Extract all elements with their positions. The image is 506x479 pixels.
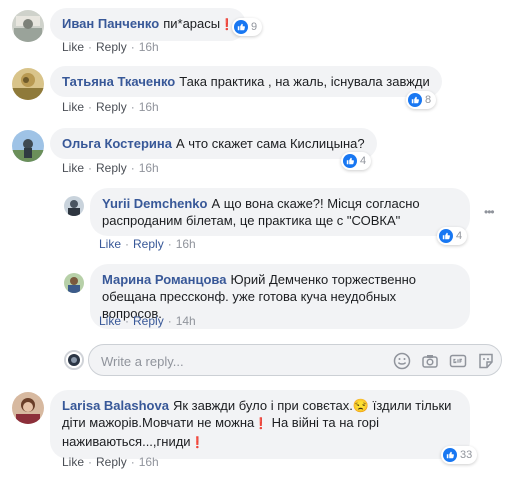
separator: · xyxy=(88,40,93,54)
separator: · xyxy=(130,455,135,469)
reply-link[interactable]: Reply xyxy=(133,314,164,328)
reply-link[interactable]: Reply xyxy=(96,161,127,175)
reaction-count[interactable]: 33 xyxy=(441,446,478,464)
reaction-number: 9 xyxy=(251,21,258,33)
reply-bubble-1: Yurii Demchenko А що вона скаже?! Місця с… xyxy=(90,188,470,236)
exclamation-emoji: ❗ xyxy=(190,437,205,449)
author-name[interactable]: Иван Панченко xyxy=(62,16,159,31)
reaction-number: 33 xyxy=(460,449,473,461)
reply-text-line2: распроданим білетам, це практика ще с "С… xyxy=(102,213,401,228)
author-name[interactable]: Татьяна Ткаченко xyxy=(62,74,175,89)
reaction-number: 8 xyxy=(425,94,432,106)
separator: · xyxy=(125,237,130,251)
comment-bubble-2: Татьяна Ткаченко Така практика , на жаль,… xyxy=(50,66,442,97)
author-name[interactable]: Марина Романцова xyxy=(102,272,226,287)
author-name[interactable]: Yurii Demchenko xyxy=(102,196,207,211)
comment-bubble-1: Иван Панченко пи*арасы❗ xyxy=(50,8,246,41)
sticker-icon[interactable] xyxy=(477,352,495,370)
avatar-ivan[interactable] xyxy=(12,10,44,42)
like-icon xyxy=(343,154,357,168)
timestamp[interactable]: 16h xyxy=(139,455,159,469)
like-icon xyxy=(408,93,422,107)
like-link[interactable]: Like xyxy=(99,314,121,328)
separator: · xyxy=(88,161,93,175)
reaction-count[interactable]: 4 xyxy=(341,152,372,170)
avatar-marina[interactable] xyxy=(64,273,84,293)
like-link[interactable]: Like xyxy=(62,100,84,114)
comment-bubble-4: Larisa Balashova Як завжди було і при сов… xyxy=(50,390,470,459)
like-icon xyxy=(439,229,453,243)
comment-text-line1: Як завжди було і при совєтах. xyxy=(172,398,353,413)
reply-input[interactable] xyxy=(99,351,383,371)
reaction-number: 4 xyxy=(456,230,463,242)
comment-actions-1: Like · Reply · 16h xyxy=(62,40,159,54)
timestamp[interactable]: 16h xyxy=(139,40,159,54)
comment-text-line1-end: їздили тільки xyxy=(369,398,452,413)
reply-link[interactable]: Reply xyxy=(133,237,164,251)
separator: · xyxy=(130,100,135,114)
timestamp[interactable]: 16h xyxy=(139,100,159,114)
reaction-count[interactable]: 8 xyxy=(406,91,437,109)
unamused-emoji: 😒 xyxy=(352,398,370,413)
exclamation-emoji: ❗ xyxy=(254,418,268,430)
camera-icon[interactable] xyxy=(421,352,439,370)
author-name[interactable]: Larisa Balashova xyxy=(62,398,169,413)
comment-bubble-3: Ольга Костерина А что скажет сама Кислицы… xyxy=(50,128,377,159)
reply-actions-1: Like · Reply · 16h xyxy=(99,237,196,251)
separator: · xyxy=(125,314,130,328)
more-options-icon[interactable]: ••• xyxy=(484,205,495,219)
reaction-count[interactable]: 4 xyxy=(437,227,468,245)
current-user-avatar xyxy=(64,350,84,370)
separator: · xyxy=(130,40,135,54)
like-link[interactable]: Like xyxy=(99,237,121,251)
reply-text-line1: Юрий Демченко торжественно xyxy=(230,272,417,287)
timestamp[interactable]: 16h xyxy=(176,237,196,251)
emoji-icon[interactable] xyxy=(393,352,411,370)
separator: · xyxy=(167,237,172,251)
avatar-yurii[interactable] xyxy=(64,196,84,216)
separator: · xyxy=(88,455,93,469)
separator: · xyxy=(88,100,93,114)
avatar-tatiana[interactable] xyxy=(12,68,44,100)
comment-text: А что скажет сама Кислицына? xyxy=(176,136,365,151)
comment-text-line2-end: На війні та на горі xyxy=(267,415,380,430)
like-link[interactable]: Like xyxy=(62,455,84,469)
like-icon xyxy=(234,20,248,34)
timestamp[interactable]: 14h xyxy=(176,314,196,328)
comment-text: пи*арасы xyxy=(163,16,221,31)
reaction-number: 4 xyxy=(360,155,367,167)
comment-text-line3: наживаються...,гниди xyxy=(62,434,191,449)
reply-link[interactable]: Reply xyxy=(96,40,127,54)
separator: · xyxy=(130,161,135,175)
gif-icon[interactable] xyxy=(449,352,467,370)
reply-link[interactable]: Reply xyxy=(96,100,127,114)
avatar-olga[interactable] xyxy=(12,130,44,162)
comment-text-line2: діти мажорів.Мовчати не можна xyxy=(62,415,255,430)
comment-actions-2: Like · Reply · 16h xyxy=(62,100,159,114)
like-link[interactable]: Like xyxy=(62,40,84,54)
avatar-larisa[interactable] xyxy=(12,392,44,424)
comment-text: Така практика , на жаль, існувала завжди xyxy=(179,74,430,89)
author-name[interactable]: Ольга Костерина xyxy=(62,136,172,151)
reaction-count[interactable]: 9 xyxy=(232,18,263,36)
reply-link[interactable]: Reply xyxy=(96,455,127,469)
comment-actions-4: Like · Reply · 16h xyxy=(62,455,159,469)
reply-input-box[interactable] xyxy=(88,344,502,376)
like-icon xyxy=(443,448,457,462)
reply-actions-2: Like · Reply · 14h xyxy=(99,314,196,328)
separator: · xyxy=(167,314,172,328)
like-link[interactable]: Like xyxy=(62,161,84,175)
timestamp[interactable]: 16h xyxy=(139,161,159,175)
comment-actions-3: Like · Reply · 16h xyxy=(62,161,159,175)
reply-text-line1: А що вона скаже?! Місця согласно xyxy=(211,196,420,211)
